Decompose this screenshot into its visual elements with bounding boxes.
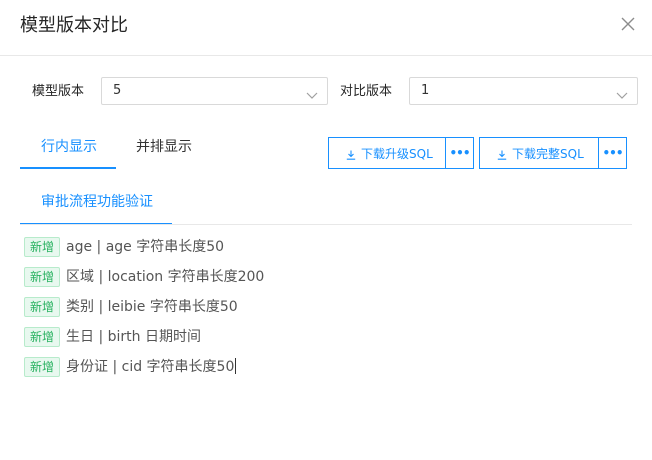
change-text: 身份证 | cid 字符串长度50 — [66, 359, 235, 375]
download-full-sql-button[interactable]: 下载完整SQL — [479, 137, 599, 169]
download-icon — [346, 149, 356, 160]
model-version-value: 5 — [113, 83, 122, 98]
close-icon[interactable] — [618, 14, 638, 34]
change-text: 区域 | location 字符串长度200 — [66, 269, 265, 285]
added-badge: 新增 — [24, 357, 60, 377]
model-version-compare-dialog: 模型版本对比 模型版本 5 对比版本 1 行内显示 并排显示 下载升级SQL •… — [0, 0, 652, 460]
more-icon: ••• — [449, 146, 470, 160]
tab-inline-display[interactable]: 行内显示 — [41, 137, 97, 157]
added-badge: 新增 — [24, 237, 60, 257]
tab-side-by-side-display[interactable]: 并排显示 — [136, 137, 192, 157]
compare-version-label: 对比版本 — [340, 84, 393, 99]
dialog-header: 模型版本对比 — [0, 0, 652, 56]
added-badge: 新增 — [24, 267, 60, 287]
text-cursor — [235, 358, 237, 374]
change-text: 生日 | birth 日期时间 — [66, 329, 201, 345]
chevron-down-icon — [306, 86, 318, 99]
upgrade-sql-more-button[interactable]: ••• — [445, 137, 474, 169]
added-badge: 新增 — [24, 297, 60, 317]
added-badge: 新增 — [24, 327, 60, 347]
subtab-approval-flow[interactable]: 审批流程功能验证 — [41, 192, 153, 212]
subtab-divider — [20, 224, 632, 225]
change-text-with-cursor: 身份证 | cid 字符串长度50 — [66, 357, 237, 377]
compare-version-select[interactable]: 1 — [409, 77, 638, 105]
more-icon: ••• — [602, 146, 623, 160]
full-sql-more-button[interactable]: ••• — [598, 137, 627, 169]
tab-active-indicator — [20, 167, 116, 169]
model-version-select[interactable]: 5 — [101, 77, 328, 105]
compare-version-value: 1 — [421, 83, 430, 98]
download-full-sql-label: 下载完整SQL — [512, 147, 584, 161]
model-version-label: 模型版本 — [32, 84, 85, 99]
chevron-down-icon — [616, 86, 628, 99]
change-text: 类别 | leibie 字符串长度50 — [66, 299, 238, 315]
download-upgrade-sql-button[interactable]: 下载升级SQL — [328, 137, 446, 169]
change-text: age | age 字符串长度50 — [66, 239, 225, 255]
download-upgrade-sql-label: 下载升级SQL — [361, 147, 433, 161]
dialog-title: 模型版本对比 — [20, 15, 128, 36]
download-icon — [497, 149, 507, 160]
